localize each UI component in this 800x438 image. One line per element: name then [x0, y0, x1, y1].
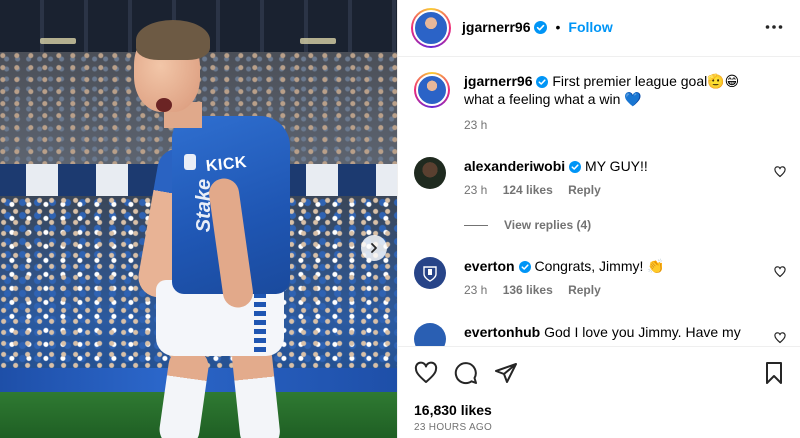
- share-icon[interactable]: [494, 361, 518, 385]
- view-replies-button[interactable]: View replies (4): [464, 218, 591, 232]
- comment-username[interactable]: evertonhub: [464, 324, 540, 340]
- commenter-avatar[interactable]: [414, 323, 446, 346]
- author-avatar[interactable]: [414, 72, 450, 108]
- comment-text: alexanderiwobi MY GUY!!: [464, 157, 764, 175]
- comment-time: 23 h: [464, 283, 488, 297]
- view-replies-label: View replies (4): [504, 218, 592, 232]
- comment-username[interactable]: everton: [464, 258, 515, 274]
- comment-body: God I love you Jimmy. Have my: [544, 324, 741, 340]
- replies-divider: [464, 224, 488, 226]
- post-timestamp: 23 HOURS AGO: [414, 422, 493, 433]
- comment-likes[interactable]: 124 likes: [503, 183, 553, 197]
- like-comment-icon[interactable]: [774, 166, 786, 178]
- like-comment-icon[interactable]: [774, 332, 786, 344]
- more-options-icon[interactable]: [765, 18, 783, 36]
- author-avatar[interactable]: [411, 8, 451, 48]
- reply-button[interactable]: Reply: [568, 283, 601, 297]
- comment-body: Congrats, Jimmy! 👏: [534, 258, 665, 274]
- club-crest: [184, 154, 196, 170]
- player-leg: [157, 345, 211, 438]
- post-actions: 16,830 likes 23 HOURS AGO: [398, 346, 800, 438]
- like-comment-icon[interactable]: [774, 266, 786, 278]
- comment-meta: 23 h 136 likes Reply: [464, 283, 613, 297]
- caption-text: jgarnerr96 First premier league goal🫡😁 w…: [464, 72, 764, 108]
- bookmark-icon[interactable]: [762, 361, 786, 385]
- verified-badge-icon: [569, 161, 582, 173]
- everton-crest-icon: [423, 266, 437, 282]
- author-username[interactable]: jgarnerr96: [462, 19, 530, 35]
- verified-badge-icon: [518, 261, 531, 273]
- player-hair: [136, 20, 210, 60]
- likes-count[interactable]: 16,830 likes: [414, 402, 492, 418]
- comments-list[interactable]: jgarnerr96 First premier league goal🫡😁 w…: [398, 58, 800, 346]
- celebrating-player: KICK Stake: [120, 18, 320, 438]
- separator-dot: •: [555, 19, 561, 35]
- post-photo[interactable]: KICK Stake: [0, 0, 397, 438]
- player-mouth: [156, 98, 172, 112]
- caption-time: 23 h: [464, 118, 488, 132]
- verified-badge-icon: [536, 76, 549, 88]
- follow-button[interactable]: Follow: [568, 19, 612, 35]
- comment-username[interactable]: alexanderiwobi: [464, 158, 565, 174]
- comment-text: evertonhub God I love you Jimmy. Have my: [464, 323, 764, 341]
- caption-meta: 23 h: [464, 118, 499, 132]
- next-image-button[interactable]: [361, 235, 387, 261]
- comment-body: MY GUY!!: [585, 158, 648, 174]
- comment-meta: 23 h 124 likes Reply: [464, 183, 613, 197]
- post-sidebar: jgarnerr96 • Follow jgarnerr96 First pre…: [397, 0, 800, 438]
- comment-text: everton Congrats, Jimmy! 👏: [464, 257, 764, 275]
- comment-time: 23 h: [464, 183, 488, 197]
- verified-badge-icon: [534, 20, 548, 34]
- comment-likes[interactable]: 136 likes: [503, 283, 553, 297]
- comment-icon[interactable]: [454, 361, 478, 385]
- chevron-right-icon: [371, 243, 377, 253]
- commenter-avatar[interactable]: [414, 257, 446, 289]
- post-header: jgarnerr96 • Follow: [398, 0, 800, 57]
- heart-icon[interactable]: [414, 361, 438, 385]
- floodlight: [40, 38, 76, 44]
- caption-username[interactable]: jgarnerr96: [464, 73, 532, 89]
- shirt-sleeve-sponsor: KICK: [205, 153, 248, 176]
- reply-button[interactable]: Reply: [568, 183, 601, 197]
- commenter-avatar[interactable]: [414, 157, 446, 189]
